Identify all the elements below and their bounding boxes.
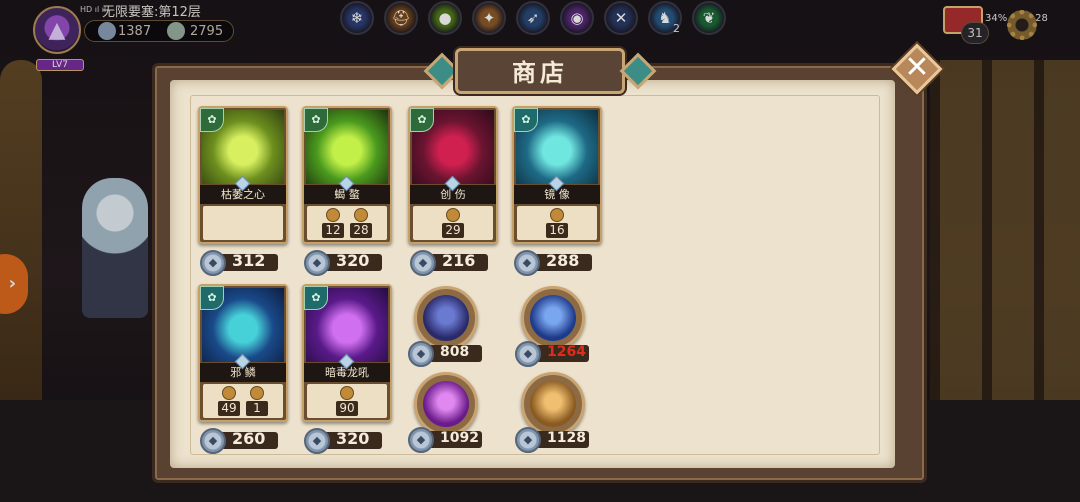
stat-icon [446, 208, 460, 222]
stat-value: 1 [246, 401, 268, 416]
card-stat: 1 [246, 386, 268, 416]
card-stats: 49 1 [203, 384, 283, 418]
card-stat: 90 [336, 386, 358, 416]
treasure-chest-orb-icon [530, 381, 576, 427]
currency-icon: ◆ [514, 250, 540, 276]
shop-card[interactable]: ✿ 创 伤 29 [408, 106, 498, 244]
price-value: 288 [546, 251, 580, 270]
card-stat: 28 [350, 208, 372, 238]
currency-icon: ◆ [408, 341, 434, 367]
currency-icon: ◆ [410, 250, 436, 276]
card-type-icon: ✿ [514, 108, 538, 132]
price-value: 320 [336, 251, 370, 270]
stat-value: 28 [350, 223, 372, 238]
shop-card[interactable]: ✿ 枯萎之心 [198, 106, 288, 244]
stat-icon [354, 208, 368, 222]
price-value: 1092 [440, 430, 479, 446]
card-stat: 49 [218, 386, 240, 416]
bound-purple-orb-icon [423, 381, 469, 427]
currency-icon: ◆ [408, 427, 434, 453]
close-button[interactable]: ✕ [890, 42, 944, 96]
currency-icon: ◆ [200, 250, 226, 276]
stat-icon [550, 208, 564, 222]
wolf-spirit-orb-icon [530, 295, 576, 341]
card-stats: 29 [413, 206, 493, 240]
currency-icon: ◆ [304, 428, 330, 454]
currency-icon: ◆ [304, 250, 330, 276]
currency-icon: ◆ [515, 341, 541, 367]
card-stat: 12 [322, 208, 344, 238]
stat-icon [250, 386, 264, 400]
card-type-icon: ✿ [304, 108, 328, 132]
card-stats: 90 [307, 384, 387, 418]
stat-value: 90 [336, 401, 358, 416]
stat-icon [326, 208, 340, 222]
dark-moon-orb-icon [423, 295, 469, 341]
price-value: 1264 [547, 344, 586, 360]
card-type-icon: ✿ [200, 286, 224, 310]
card-stats: 12 28 [307, 206, 387, 240]
card-type-icon: ✿ [200, 108, 224, 132]
price-value: 260 [232, 429, 266, 448]
stat-value: 16 [546, 223, 568, 238]
stat-value: 29 [442, 223, 464, 238]
shop-card[interactable]: ✿ 镜 像 16 [512, 106, 602, 244]
stat-value: 12 [322, 223, 344, 238]
price-value: 216 [442, 251, 476, 270]
shop-card[interactable]: ✿ 邪 鳞 49 1 [198, 284, 288, 422]
card-stat: 29 [442, 208, 464, 238]
shop-card[interactable]: ✿ 蝎 螯 12 28 [302, 106, 392, 244]
card-type-icon: ✿ [410, 108, 434, 132]
stat-icon [222, 386, 236, 400]
stat-value: 49 [218, 401, 240, 416]
stat-icon [340, 386, 354, 400]
title-gem-right-icon [619, 52, 657, 90]
price-value: 320 [336, 429, 370, 448]
card-stats [203, 206, 283, 240]
price-value: 1128 [547, 430, 586, 446]
game-screen: › ▲ LV7 HD ıl ıl 无限要塞:第12层 1387 2795 ❄ ⛑ ●… [0, 0, 1080, 502]
card-type-icon: ✿ [304, 286, 328, 310]
currency-icon: ◆ [200, 428, 226, 454]
card-stat: 16 [546, 208, 568, 238]
close-icon: ✕ [904, 50, 930, 85]
currency-icon: ◆ [515, 427, 541, 453]
price-value: 808 [440, 344, 470, 360]
shop-title: 商店 [512, 59, 568, 87]
price-value: 312 [232, 251, 266, 270]
card-stats: 16 [517, 206, 597, 240]
shop-card[interactable]: ✿ 暗毒龙吼 90 [302, 284, 392, 422]
